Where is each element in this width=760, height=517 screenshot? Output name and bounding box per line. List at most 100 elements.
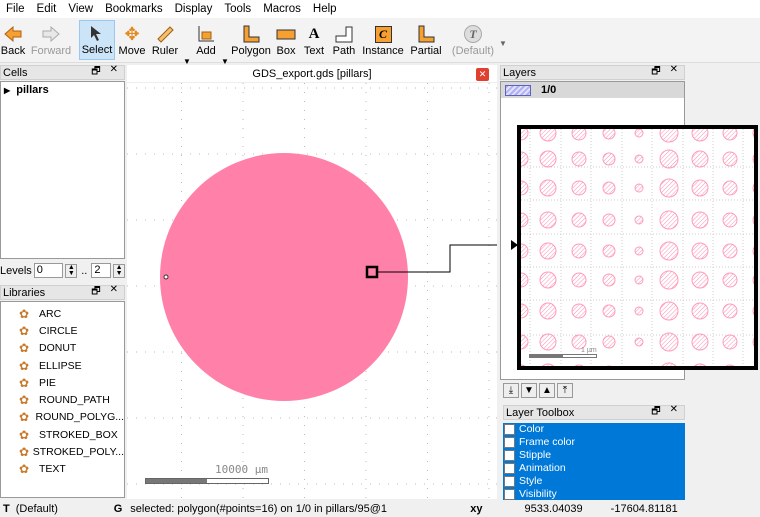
pillar-circle	[752, 129, 754, 138]
cells-header: Cells 🗗 ✕	[0, 64, 125, 81]
pillar-circle	[634, 215, 644, 225]
forward-button[interactable]: Forward	[30, 20, 72, 60]
tree-item-pillars[interactable]: ▶ pillars	[1, 82, 124, 96]
menu-help[interactable]: Help	[307, 3, 343, 15]
pillar-circle	[521, 129, 529, 141]
toolbox-item[interactable]: Stipple	[503, 448, 685, 462]
float-icon[interactable]: 🗗	[651, 404, 660, 421]
pillar-circle	[539, 179, 557, 197]
menu-bookmarks[interactable]: Bookmarks	[99, 3, 169, 15]
move-bottom-icon[interactable]: ⤓	[503, 383, 519, 398]
checkbox[interactable]	[504, 475, 515, 487]
library-item[interactable]: ✿ ROUND_PATH	[1, 391, 124, 408]
box-button[interactable]: Box	[274, 20, 298, 60]
pillar-circle	[722, 151, 738, 167]
library-item[interactable]: ✿ STROKED_POLY...	[1, 443, 124, 460]
library-item[interactable]: ✿ PIE	[1, 374, 124, 391]
pillar-circle	[752, 183, 754, 193]
inset-scale-label: 1 µm	[581, 347, 597, 354]
toolbox-item[interactable]: Visibility	[503, 487, 685, 501]
pillar-circle	[539, 271, 557, 289]
float-icon[interactable]: 🗗	[651, 64, 660, 81]
checkbox[interactable]	[504, 423, 515, 435]
default-style-button[interactable]: T (Default)	[452, 20, 494, 60]
checkbox[interactable]	[504, 449, 515, 461]
pillar-circle	[752, 215, 754, 225]
inset-pillar-array	[521, 129, 754, 366]
library-item[interactable]: ✿ STROKED_BOX	[1, 426, 124, 443]
gear-icon: ✿	[19, 393, 30, 408]
inset-scale-bar	[529, 354, 597, 358]
library-item[interactable]: ✿ ARC	[1, 305, 124, 322]
library-item[interactable]: ✿ ELLIPSE	[1, 357, 124, 374]
layer-row-1-0[interactable]: 1/0	[501, 82, 684, 98]
menu-file[interactable]: File	[0, 3, 31, 15]
instance-button[interactable]: C Instance	[362, 20, 404, 60]
pillar-circle	[634, 154, 644, 164]
pillar-circle	[752, 275, 754, 285]
close-icon[interactable]: ✕	[110, 284, 118, 301]
menu-tools[interactable]: Tools	[218, 3, 257, 15]
pillar-circle	[602, 129, 616, 140]
move-button[interactable]: ✥ Move	[118, 20, 146, 60]
checkbox[interactable]	[504, 488, 515, 500]
pillar-circle	[602, 244, 616, 258]
close-icon[interactable]: ✕	[670, 404, 678, 421]
float-icon[interactable]: 🗗	[91, 64, 100, 81]
pillar-circle	[571, 243, 587, 259]
close-icon[interactable]: ✕	[670, 64, 678, 81]
layer-toolbox-header: Layer Toolbox 🗗 ✕	[503, 404, 685, 421]
libraries-header: Libraries 🗗 ✕	[0, 284, 125, 301]
library-item[interactable]: ✿ CIRCLE	[1, 322, 124, 339]
menu-macros[interactable]: Macros	[257, 3, 307, 15]
expand-icon[interactable]: ▶	[4, 86, 10, 95]
text-button[interactable]: A Text	[302, 20, 326, 60]
polygon-button[interactable]: Polygon	[231, 20, 271, 60]
select-button[interactable]: Select	[79, 20, 115, 60]
pillar-circle	[521, 151, 529, 167]
library-item[interactable]: ✿ TEXT	[1, 461, 124, 478]
menu-display[interactable]: Display	[169, 3, 219, 15]
vertex-handle[interactable]	[163, 274, 169, 280]
pillar-circle	[602, 304, 616, 318]
layout-canvas[interactable]: GDS_export.gds [pillars] ✕ 10000 µm	[127, 65, 497, 499]
level-from-input[interactable]: 0	[33, 263, 64, 278]
pillar-circle	[571, 180, 587, 196]
pillar-circle	[752, 154, 754, 164]
pillar-circle	[521, 180, 529, 196]
back-button[interactable]: Back	[1, 20, 25, 60]
move-down-icon[interactable]: ▼	[521, 383, 537, 398]
pillar-circle	[541, 363, 555, 366]
menu-view[interactable]: View	[62, 3, 99, 15]
move-up-icon[interactable]: ▲	[539, 383, 555, 398]
cell-tree: ▶ pillars	[0, 81, 125, 259]
pillar-circle	[722, 334, 738, 350]
toolbox-item[interactable]: Color	[503, 423, 685, 436]
level-to-spinner[interactable]: ▲ ▼	[113, 263, 125, 278]
default-dropdown-icon[interactable]: ▼	[499, 39, 507, 48]
checkbox[interactable]	[504, 436, 515, 448]
toolbox-item[interactable]: Frame color	[503, 435, 685, 449]
checkbox[interactable]	[504, 462, 515, 474]
pillar-circle	[571, 151, 587, 167]
float-icon[interactable]: 🗗	[91, 284, 100, 301]
partial-button[interactable]: Partial	[409, 20, 443, 60]
pillar-circle	[691, 211, 709, 229]
level-to-input[interactable]: 2	[91, 263, 112, 278]
path-button[interactable]: Path	[331, 20, 357, 60]
pillar-circle	[602, 181, 616, 195]
close-icon[interactable]: ✕	[110, 64, 118, 81]
pillar-circle	[539, 302, 557, 320]
toolbox-item[interactable]: Animation	[503, 461, 685, 475]
library-item[interactable]: ✿ ROUND_POLYG...	[1, 409, 124, 426]
move-top-icon[interactable]: ⤒	[557, 383, 573, 398]
add-button[interactable]: Add	[193, 20, 219, 60]
pillar-circle	[659, 301, 679, 321]
menu-edit[interactable]: Edit	[31, 3, 63, 15]
toolbox-item[interactable]: Style	[503, 474, 685, 488]
ruler-button[interactable]: Ruler	[150, 20, 180, 60]
pillar-circle	[521, 243, 529, 259]
layer-order-buttons: ⤓ ▼ ▲ ⤒	[503, 383, 573, 398]
level-from-spinner[interactable]: ▲ ▼	[65, 263, 78, 278]
library-item[interactable]: ✿ DONUT	[1, 340, 124, 357]
